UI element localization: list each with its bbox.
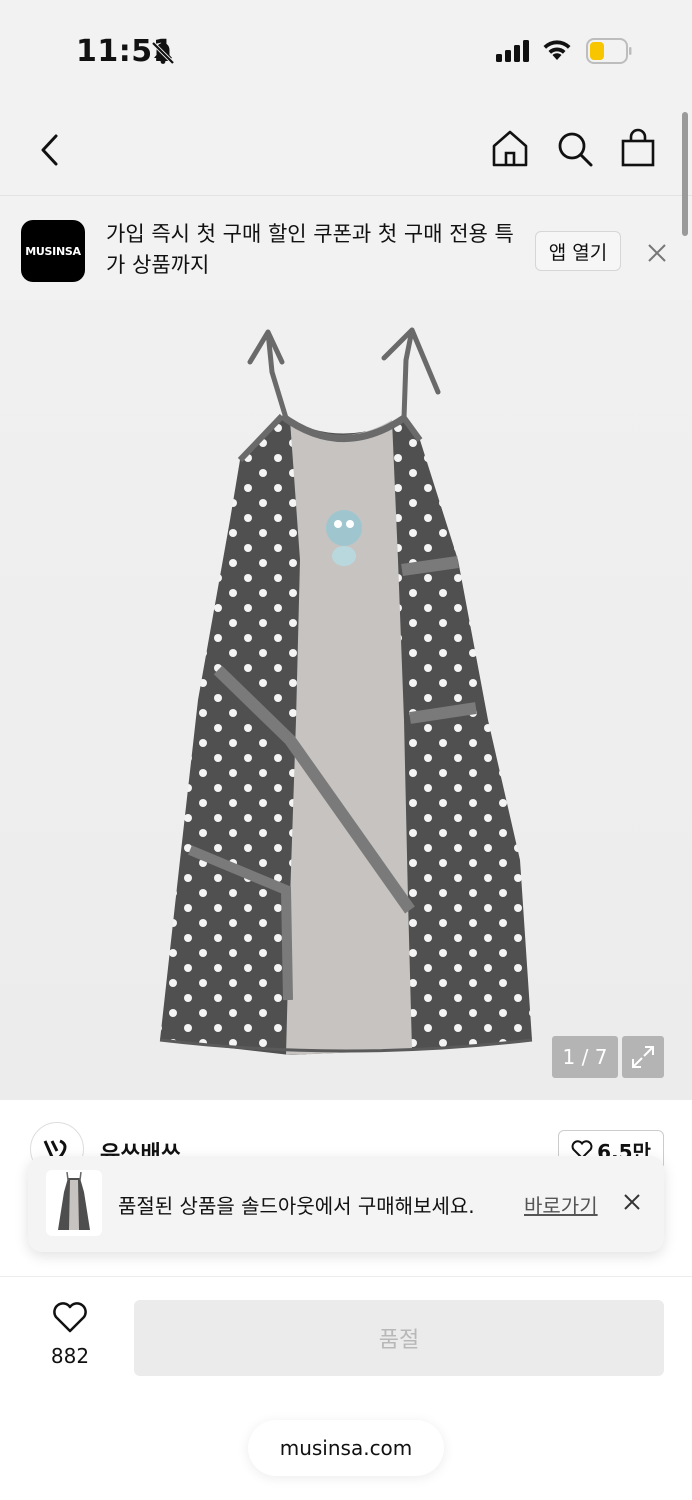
- close-banner-icon[interactable]: [646, 242, 668, 264]
- back-icon[interactable]: [30, 130, 70, 170]
- wifi-icon: [543, 40, 571, 60]
- heart-outline-icon: [53, 1302, 87, 1333]
- product-page: 11:51 MUSINSA 가입 즉시 첫 구매 할인 쿠폰과 첫 구매 전용 …: [0, 0, 692, 1500]
- close-toast-icon[interactable]: [622, 1192, 642, 1212]
- bottom-bar-divider: [0, 1276, 692, 1277]
- home-icon[interactable]: [490, 128, 530, 168]
- image-counter: 1 / 7: [552, 1036, 618, 1078]
- banner-text: 가입 즉시 첫 구매 할인 쿠폰과 첫 구매 전용 특가 상품까지: [106, 222, 514, 277]
- product-image-gallery[interactable]: [0, 300, 692, 1100]
- musinsa-logo: MUSINSA: [21, 220, 85, 282]
- toast-shortcut-link[interactable]: 바로가기: [524, 1190, 598, 1219]
- battery-icon: [586, 38, 632, 64]
- status-bar: 11:51: [0, 0, 692, 100]
- dress-thumbnail-image: [58, 1172, 90, 1230]
- toast-message: 품절된 상품을 솔드아웃에서 구매해보세요.: [118, 1194, 475, 1218]
- open-app-button[interactable]: 앱 열기: [535, 231, 621, 271]
- top-navigation: [0, 100, 692, 196]
- soldout-toast: 품절된 상품을 솔드아웃에서 구매해보세요. 바로가기: [28, 1156, 664, 1252]
- bell-muted-icon: [151, 41, 175, 65]
- shopping-bag-icon[interactable]: [618, 128, 658, 168]
- product-dress-image: [159, 327, 533, 1055]
- app-install-banner: MUSINSA 가입 즉시 첫 구매 할인 쿠폰과 첫 구매 전용 특가 상품까…: [0, 197, 692, 301]
- wishlist-count: 882: [50, 1344, 90, 1368]
- expand-image-button[interactable]: [622, 1036, 664, 1078]
- soldout-button[interactable]: 품절: [134, 1300, 664, 1376]
- cellular-signal-icon: [496, 40, 529, 62]
- search-icon[interactable]: [556, 130, 594, 168]
- wishlist-button[interactable]: 882: [40, 1302, 100, 1368]
- browser-url-bar[interactable]: musinsa.com: [248, 1420, 444, 1476]
- expand-icon: [632, 1046, 654, 1068]
- toast-product-thumbnail: [46, 1170, 102, 1236]
